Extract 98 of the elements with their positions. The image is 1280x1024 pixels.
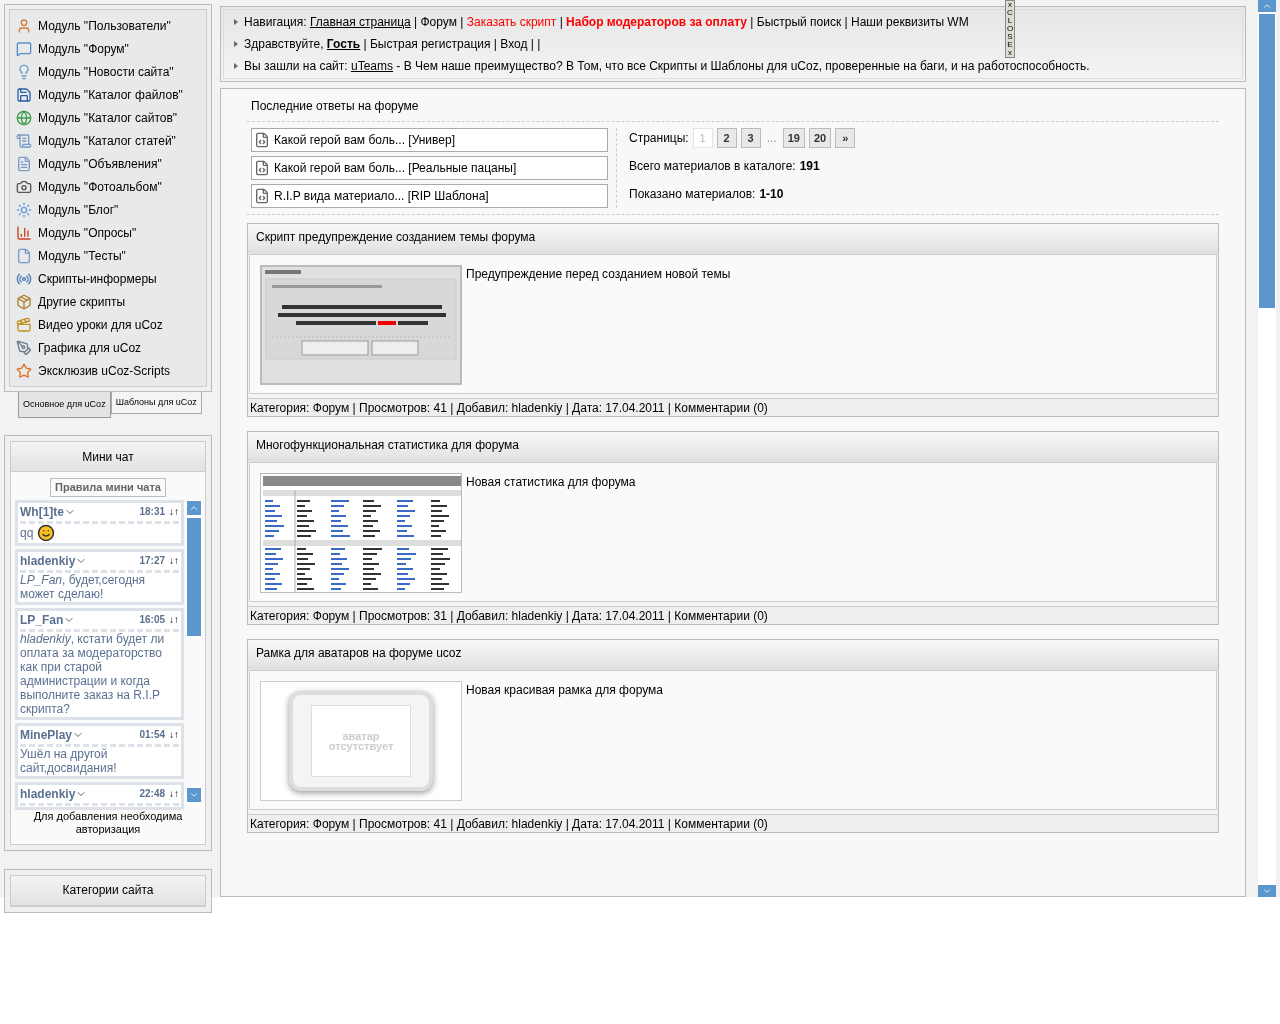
sidebar-menu-link[interactable]: Модуль "Фотоальбом" (38, 177, 162, 196)
sidebar-menu-link[interactable]: Модуль "Опросы" (38, 223, 137, 242)
mini-chat-title: Мини чат (11, 442, 205, 472)
close-tab[interactable]: xCLOSEx (1005, 0, 1015, 58)
chat-message-text: qq (20, 525, 34, 540)
sidebar-menu-link[interactable]: Другие скрипты (38, 292, 125, 311)
document-icon (16, 247, 32, 264)
sidebar-menu-link[interactable]: Скрипты-информеры (38, 269, 157, 288)
navigation-link[interactable]: Гость (326, 35, 361, 53)
article-title[interactable]: Многофункциональная статистика для форума (248, 432, 1218, 462)
smiley-icon (37, 523, 56, 542)
document-icon (254, 160, 270, 176)
chat-sort-arrows[interactable]: ↓↑ (169, 786, 179, 801)
chat-time: 01:54 (139, 728, 165, 742)
shown-label: Показано материалов: (629, 186, 756, 203)
shown-range: 1-10 (759, 186, 784, 203)
total-count: 191 (799, 158, 820, 175)
user-icon (16, 17, 32, 34)
page-button[interactable]: 20 (808, 128, 832, 148)
article-title[interactable]: Рамка для аватаров на форуме ucoz (248, 640, 1218, 670)
sidebar-menu-link[interactable]: Видео уроки для uCoz (38, 315, 163, 334)
sidebar-tab[interactable]: Шаблоны для uCoz (110, 392, 202, 414)
bullet-icon (234, 19, 238, 25)
chat-message-text: Ушёл на другой сайт,досвидания! (20, 746, 118, 775)
navigation-text: Навигация: (244, 14, 308, 31)
navigation-text: Вы зашли на сайт: (244, 58, 349, 75)
chat-author[interactable]: Wh[1]te (20, 502, 64, 521)
bullet-icon (234, 41, 238, 47)
globe-icon (16, 109, 32, 126)
pagination-gap: ... (766, 130, 777, 147)
chat-sort-arrows[interactable]: ↓↑ (169, 612, 179, 627)
sidebar-menu-link[interactable]: Модуль "Каталог сайтов" (38, 108, 178, 127)
bullet-icon (234, 63, 238, 69)
document-icon (16, 155, 32, 172)
chat-sort-arrows[interactable]: ↓↑ (169, 504, 179, 519)
chat-message-text: LP_Fan, будет,сегодня может сделаю! (20, 572, 146, 601)
sidebar-menu-link[interactable]: Модуль "Каталог файлов" (38, 85, 183, 104)
sidebar-menu-link[interactable]: Модуль "Каталог статей" (38, 131, 176, 150)
scroll-down-icon[interactable] (1262, 886, 1272, 896)
article-meta: Категория: Форум | Просмотров: 41 | Добавил: hladenkiy | Дата: 17.04.2011 | Комментарии (0) (248, 398, 1218, 416)
page-scrollbar[interactable] (1258, 0, 1276, 897)
section-title: Последние ответы на форуме (250, 98, 420, 115)
forum-reply-link[interactable]: R.I.P вида материало... [RIP Шаблона] (251, 184, 608, 208)
page-button[interactable]: 2 (716, 128, 737, 148)
article-meta: Категория: Форум | Просмотров: 41 | Добавил: hladenkiy | Дата: 17.04.2011 | Комментарии (0) (248, 814, 1218, 832)
navigation-text: | Быстрая регистрация | Вход | | (362, 36, 541, 53)
sidebar-menu-link[interactable]: Эксклюзив uCoz-Scripts (38, 361, 170, 380)
page-button[interactable]: » (835, 128, 856, 148)
document-icon (254, 188, 270, 204)
chat-sort-arrows[interactable]: ↓↑ (169, 553, 179, 568)
sidebar-menu-link[interactable]: Модуль "Блог" (38, 200, 119, 219)
navigation-link[interactable]: uTeams (351, 57, 393, 75)
navigation-link[interactable]: Главная страница (309, 13, 411, 31)
navigation-text: | Форум | (413, 14, 465, 31)
page-button[interactable]: 3 (740, 128, 761, 148)
article-description: Новая красивая рамка для форума (466, 682, 663, 699)
sidebar-tab[interactable]: Основное для uCoz (18, 392, 111, 418)
navigation-text: Здравствуйте, (244, 36, 325, 53)
chat-sort-arrows[interactable]: ↓↑ (169, 727, 179, 742)
speech-bubble-icon (16, 40, 32, 57)
chat-time: 22:48 (139, 787, 165, 801)
navigation-text: - В Чем наше преимущество? В Том, что все Скрипты и Шаблоны для uCoz, проверенные на баги, и на работоспособность. (395, 58, 1090, 75)
navigation-text: | (558, 14, 564, 31)
navigation-text: | Быстрый поиск | Наши реквизиты WM (749, 14, 969, 31)
article-description: Предупреждение перед созданием новой темы (466, 266, 731, 283)
categories-title: Категории сайта (11, 875, 205, 906)
document-icon (254, 132, 270, 148)
scroll-icon (16, 132, 32, 149)
forum-reply-link[interactable]: Какой герой вам боль... [Реальные пацаны] (251, 156, 608, 180)
sidebar-menu-link[interactable]: Модуль "Тесты" (38, 246, 126, 265)
page-button[interactable]: 19 (782, 128, 805, 148)
forum-reply-link[interactable]: Какой герой вам боль... [Универ] (251, 128, 608, 152)
chat-message-text: hladenkiy, кстати будет ли оплата за модераторство как при старой администрации и когда выполните заказ на R.I.P скрипта? (20, 631, 166, 716)
article-meta: Категория: Форум | Просмотров: 31 | Добавил: hladenkiy | Дата: 17.04.2011 | Комментарии (0) (248, 606, 1218, 624)
lightbulb-icon (16, 63, 32, 80)
chat-author[interactable]: LP_Fan (20, 610, 64, 629)
chat-time: 18:31 (139, 505, 165, 519)
sidebar-menu-link[interactable]: Модуль "Новости сайта" (38, 62, 174, 81)
sidebar-menu-link[interactable]: Модуль "Объявления" (38, 154, 162, 173)
total-label: Всего материалов в каталоге: (629, 158, 796, 175)
scroll-up-icon[interactable] (1262, 1, 1272, 11)
chat-author[interactable]: hladenkiy (20, 784, 76, 803)
chat-time: 17:27 (139, 554, 165, 568)
camera-icon (16, 178, 32, 195)
chat-author[interactable]: MinePlay (20, 725, 73, 744)
article-title[interactable]: Скрипт предупреждение созданием темы форума (248, 224, 1218, 254)
article-description: Новая статистика для форума (466, 474, 636, 491)
chat-time: 16:05 (139, 613, 165, 627)
chat-login-note: Для добавления необходима авторизация (33, 809, 183, 837)
bar-chart-icon (16, 224, 32, 241)
sidebar-menu-link[interactable]: Графика для uCoz (38, 338, 142, 357)
star-icon (16, 362, 32, 379)
chat-rules-button[interactable]: Правила мини чата (50, 478, 166, 497)
box-icon (16, 293, 32, 310)
chat-author[interactable]: hladenkiy (20, 551, 76, 570)
sidebar-menu-link[interactable]: Модуль "Пользователи" (38, 16, 171, 35)
pages-label: Страницы: (629, 130, 689, 147)
sidebar-menu-link[interactable]: Модуль "Форум" (38, 39, 129, 58)
